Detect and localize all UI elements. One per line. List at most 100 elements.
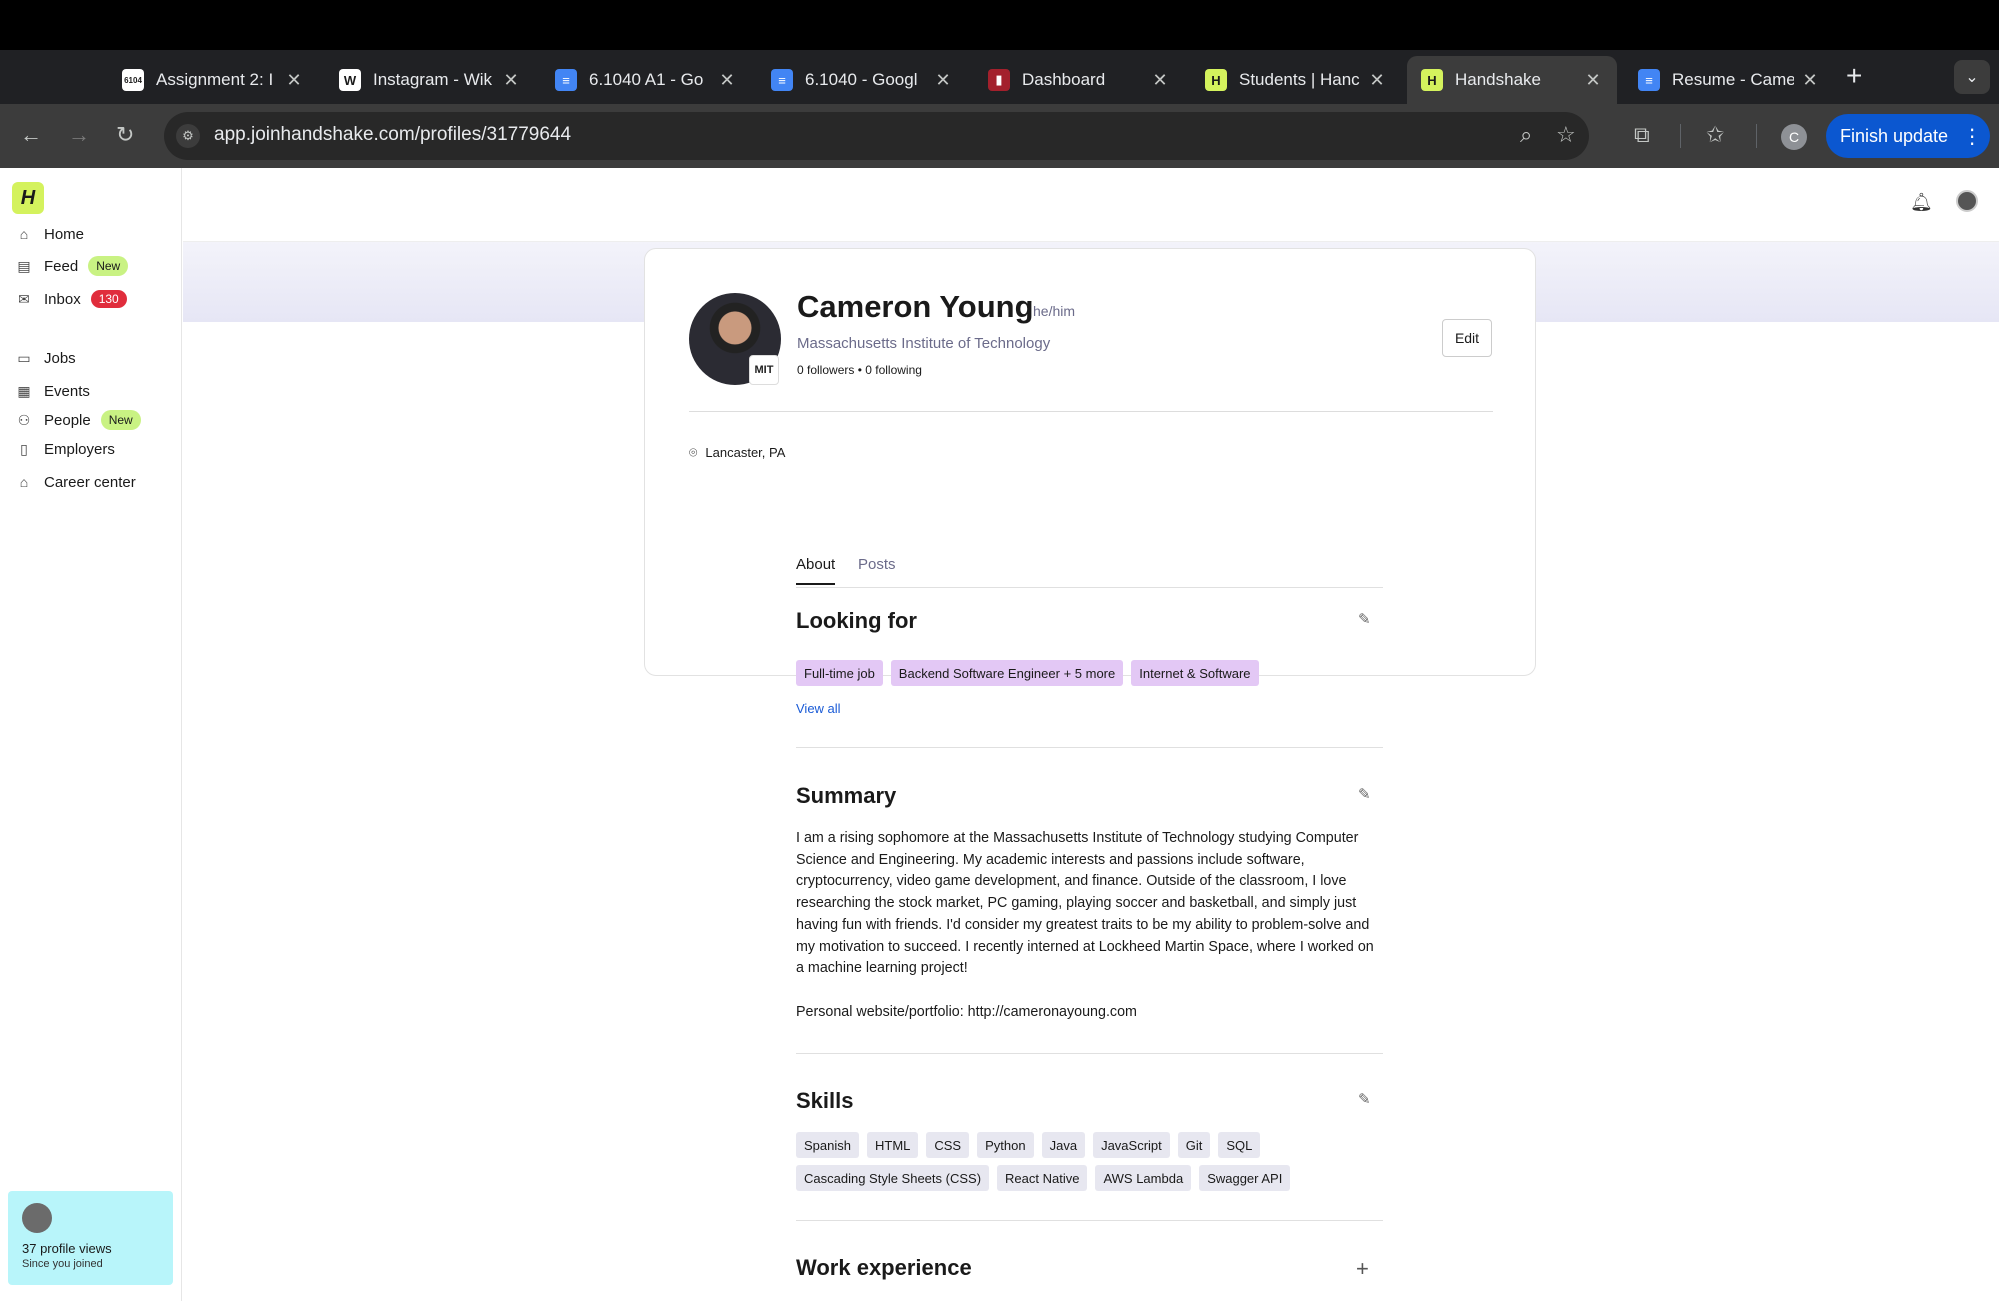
sidebar-item-home[interactable]: ⌂ Home <box>14 221 84 247</box>
feed-icon: ▤ <box>17 257 31 274</box>
new-tab-button[interactable]: + <box>1846 60 1862 92</box>
edit-pencil-icon[interactable]: ✎ <box>1358 1090 1371 1108</box>
url-text: app.joinhandshake.com/profiles/31779644 <box>214 124 572 145</box>
handshake-logo[interactable]: H <box>12 182 44 214</box>
favicon-icon: ▮ <box>988 69 1010 91</box>
new-badge: New <box>100 410 141 430</box>
skill-chip: Python <box>977 1132 1034 1158</box>
tab-posts[interactable]: Posts <box>858 556 896 583</box>
follow-counts[interactable]: 0 followers • 0 following <box>797 363 922 377</box>
tab-search-button[interactable]: ⌄ <box>1954 60 1990 94</box>
tab-title: Resume - Came <box>1672 70 1794 89</box>
profile-views-card[interactable]: 37 profile views Since you joined <box>8 1191 173 1285</box>
skill-chip: SQL <box>1218 1132 1261 1158</box>
browser-tab[interactable]: H Handshake ✕ <box>1407 56 1617 104</box>
favicon-icon: H <box>1205 69 1227 91</box>
chevron-down-icon: ⌄ <box>1965 69 1979 86</box>
preference-chip: Full-time job <box>796 660 883 686</box>
sidebar-item-label: Events <box>44 382 90 400</box>
browser-tab[interactable]: 6104 Assignment 2: I ✕ <box>108 56 318 104</box>
toolbar-divider <box>1680 124 1681 148</box>
sidebar-item-label: People <box>44 411 91 429</box>
profile-school[interactable]: Massachusetts Institute of Technology <box>797 335 1050 352</box>
sidebar-item-feed[interactable]: ▤ Feed New <box>14 253 129 279</box>
extensions-icon[interactable]: ⧉ <box>1634 122 1650 148</box>
divider <box>689 411 1493 412</box>
address-bar[interactable]: ⚙ app.joinhandshake.com/profiles/3177964… <box>164 112 1589 160</box>
sidebar-item-career-center[interactable]: ⌂ Career center <box>14 469 136 495</box>
reload-button[interactable]: ↻ <box>116 122 134 148</box>
skill-chip: Git <box>1177 1132 1211 1158</box>
back-button[interactable]: ← <box>20 122 42 148</box>
section-divider <box>796 1220 1383 1221</box>
summary-text: I am a rising sophomore at the Massachus… <box>796 828 1383 1045</box>
section-divider <box>796 1053 1383 1054</box>
browser-tab[interactable]: H Students | Hanc ✕ <box>1191 56 1401 104</box>
profile-views-count: 37 profile views <box>22 1241 112 1256</box>
sidebar-item-people[interactable]: ⚇ People New <box>14 407 141 433</box>
sidebar-item-label: Home <box>44 225 85 243</box>
top-bar <box>183 168 1999 242</box>
view-all-link[interactable]: View all <box>796 701 841 716</box>
edit-profile-button[interactable]: Edit <box>1442 319 1492 357</box>
location-pin-icon: ⌾ <box>689 444 698 460</box>
close-icon[interactable]: ✕ <box>717 70 737 91</box>
favicon-icon: 6104 <box>122 69 144 91</box>
profile-views-subtitle: Since you joined <box>22 1258 103 1270</box>
favicon-icon: H <box>1421 69 1443 91</box>
skill-chip: HTML <box>866 1132 919 1158</box>
summary-paragraph: Personal website/portfolio: http://camer… <box>796 1003 1137 1020</box>
close-icon[interactable]: ✕ <box>933 70 953 91</box>
forward-button[interactable]: → <box>68 122 90 148</box>
edit-pencil-icon[interactable]: ✎ <box>1358 785 1371 803</box>
skill-chip: AWS Lambda <box>1095 1165 1192 1191</box>
favicon-icon: W <box>339 69 361 91</box>
sidebar-item-events[interactable]: ▦ Events <box>14 378 90 404</box>
sidebar-item-label: Career center <box>44 473 136 491</box>
finish-update-button[interactable]: Finish update ⋮ <box>1826 114 1990 158</box>
preference-chip: Backend Software Engineer + 5 more <box>890 660 1124 686</box>
favicon-icon: ≡ <box>771 69 793 91</box>
add-icon[interactable]: + <box>1356 1256 1369 1282</box>
browser-tab[interactable]: ≡ 6.1040 A1 - Go ✕ <box>541 56 751 104</box>
close-icon[interactable]: ✕ <box>501 70 521 91</box>
browser-tab[interactable]: ▮ Dashboard ✕ <box>974 56 1184 104</box>
looking-for-title: Looking for <box>796 608 917 633</box>
close-icon[interactable]: ✕ <box>1150 70 1170 91</box>
close-icon[interactable]: ✕ <box>1367 70 1387 91</box>
zoom-icon[interactable]: ⌕ <box>1520 122 1532 148</box>
sidebar-item-label: Inbox <box>44 290 81 308</box>
tab-about[interactable]: About <box>796 556 836 585</box>
skill-chip: React Native <box>997 1165 1088 1191</box>
close-icon[interactable]: ✕ <box>284 70 304 91</box>
more-vert-icon[interactable]: ⋮ <box>1962 124 1982 149</box>
work-experience-title: Work experience <box>796 1255 972 1280</box>
edit-pencil-icon[interactable]: ✎ <box>1358 610 1371 628</box>
tab-title: Students | Hanc <box>1239 70 1360 89</box>
summary-title: Summary <box>796 783 897 808</box>
inbox-icon: ✉ <box>18 290 30 307</box>
close-icon[interactable]: ✕ <box>1800 70 1820 91</box>
bell-icon[interactable]: 🔔︎ <box>1910 192 1933 213</box>
finish-update-label: Finish update <box>1840 125 1949 146</box>
people-icon: ⚇ <box>17 411 31 428</box>
skill-chip: CSS <box>926 1132 970 1158</box>
site-info-icon[interactable]: ⚙ <box>176 124 200 148</box>
bookmarks-icon[interactable]: ✩ <box>1706 122 1724 148</box>
sidebar-item-inbox[interactable]: ✉ Inbox 130 <box>14 286 127 312</box>
sidebar-item-employers[interactable]: ▯ Employers <box>14 436 115 462</box>
browser-profile-avatar[interactable]: C <box>1781 124 1807 150</box>
sidebar-item-jobs[interactable]: ▭ Jobs <box>14 345 75 371</box>
close-icon[interactable]: ✕ <box>1583 70 1603 91</box>
browser-tab[interactable]: ≡ 6.1040 - Googl ✕ <box>757 56 967 104</box>
user-avatar[interactable] <box>1956 190 1978 212</box>
bookmark-star-icon[interactable]: ☆ <box>1556 122 1576 148</box>
browser-tab[interactable]: W Instagram - Wik ✕ <box>325 56 535 104</box>
profile-pronouns: he/him <box>1033 303 1076 319</box>
tab-title: 6.1040 - Googl <box>805 70 918 89</box>
favicon-icon: ≡ <box>1638 69 1660 91</box>
skill-chip: Java <box>1041 1132 1086 1158</box>
browser-tab[interactable]: ≡ Resume - Came ✕ <box>1624 56 1834 104</box>
building-icon: ▯ <box>20 440 28 457</box>
skill-chip: Spanish <box>796 1132 859 1158</box>
